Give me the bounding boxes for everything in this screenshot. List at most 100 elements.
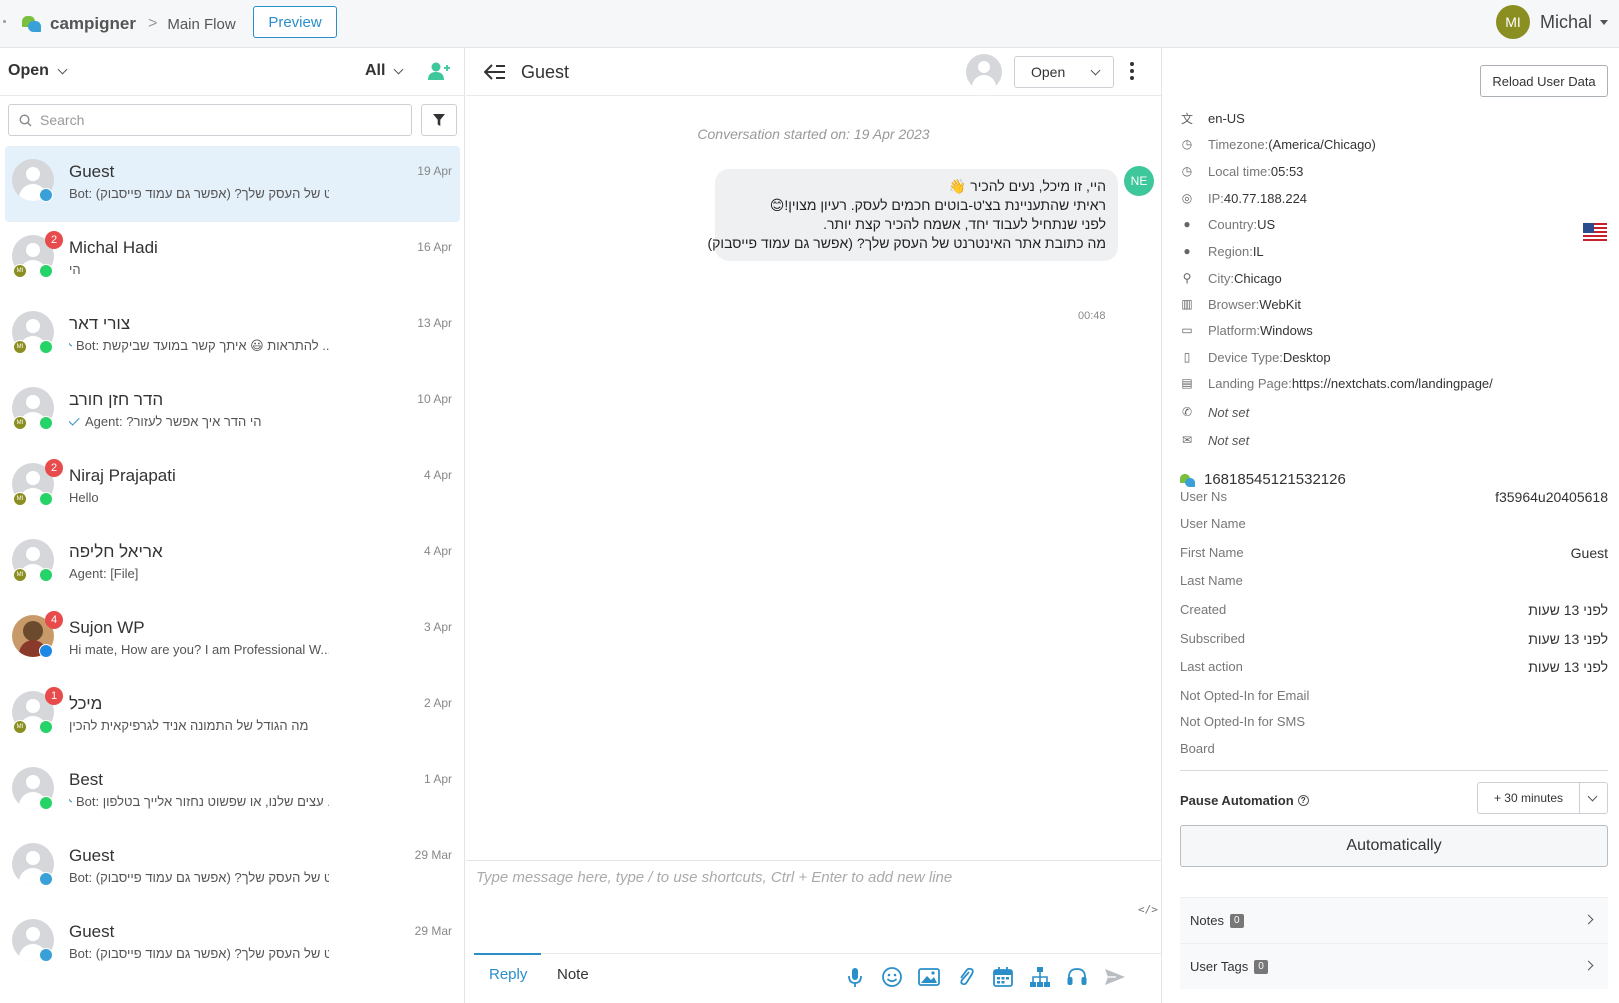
preview-button[interactable]: Preview	[253, 6, 337, 38]
conversation-item[interactable]: Guest 29 Mar Bot: (אפשר גם עמוד פייסבוק) ?…	[5, 906, 460, 982]
scope-filter-label: All	[365, 62, 386, 79]
whatsapp-icon	[39, 416, 53, 430]
us-flag-icon	[1583, 223, 1607, 241]
check-icon	[69, 414, 80, 426]
user-info-row: ✉ Not set	[1180, 430, 1249, 450]
headset-icon[interactable]	[1066, 966, 1088, 988]
brand-name[interactable]: campigner	[50, 14, 136, 34]
pause-duration-select[interactable]: + 30 minutes	[1477, 782, 1608, 814]
brand: campigner > Main Flow	[22, 12, 236, 36]
search-input[interactable]	[40, 112, 390, 128]
send-icon[interactable]	[1104, 966, 1126, 988]
conversation-item[interactable]: Best 1 Apr Bot: עצים שלנו, או שפשוט נחזור …	[5, 754, 460, 830]
calendar-icon[interactable]	[992, 966, 1014, 988]
reload-user-data-button[interactable]: Reload User Data	[1480, 65, 1608, 97]
user-tags-label: User Tags	[1190, 959, 1249, 974]
code-toggle-icon[interactable]: </>	[1138, 903, 1158, 916]
conversation-started-note: Conversation started on: 19 Apr 2023	[697, 126, 930, 142]
conversation-status-select[interactable]: Open	[1014, 56, 1114, 88]
emoji-icon[interactable]	[881, 966, 903, 988]
tab-reply[interactable]: Reply	[489, 966, 527, 983]
field-key: Created	[1180, 602, 1227, 617]
breadcrumb[interactable]: Main Flow	[167, 16, 235, 33]
phone-icon: ✆	[1181, 405, 1193, 419]
more-options-icon[interactable]	[1129, 62, 1135, 82]
assignee-avatar[interactable]	[966, 54, 1002, 90]
conversation-item[interactable]: MI 2 Michal Hadi 16 Apr הי	[5, 222, 460, 298]
add-user-icon[interactable]	[428, 61, 450, 81]
conversation-item[interactable]: MI 2 Niraj Prajapati 4 Apr Hello	[5, 450, 460, 526]
conversation-name: מיכל	[69, 694, 103, 713]
filter-button[interactable]	[421, 104, 457, 136]
user-menu[interactable]: MI Michal	[1496, 5, 1609, 39]
conversation-item[interactable]: MI הדר חזן חורב 10 Apr Agent: ?הי הדר איך א…	[5, 374, 460, 450]
field-value[interactable]: f35964u20405618	[1495, 489, 1608, 505]
automatically-button[interactable]: Automatically	[1180, 825, 1608, 867]
agent-avatar-icon: MI	[13, 264, 27, 278]
user-tags-section[interactable]: User Tags 0	[1180, 943, 1608, 989]
microphone-icon[interactable]	[844, 966, 866, 988]
status-filter-dropdown[interactable]: Open	[8, 62, 68, 80]
email-icon: ✉	[1181, 433, 1193, 447]
info-value[interactable]: https://nextchats.com/landingpage/	[1292, 376, 1493, 391]
field-key: Not Opted-In for SMS	[1180, 714, 1305, 729]
info-value: 05:53	[1270, 163, 1304, 179]
conversation-date: 29 Mar	[414, 848, 452, 862]
conversation-name: Best	[69, 770, 104, 789]
conversation-preview-text: Agent: [File]	[69, 566, 139, 581]
clock-icon: ◷	[1181, 137, 1193, 151]
avatar: MI	[1496, 5, 1530, 39]
conversation-preview-text: הי	[69, 262, 81, 277]
conversation-preview-text: Agent: ?הי הדר איך אפשר לעזור	[85, 414, 262, 429]
scope-filter-dropdown[interactable]: All	[365, 62, 404, 80]
info-value: Desktop	[1282, 349, 1331, 365]
message-input[interactable]	[476, 869, 1146, 939]
message-line: היי, זו מיכל, נעים להכיר 👋	[948, 178, 1106, 194]
active-tab-indicator	[474, 953, 541, 955]
conversation-item[interactable]: MI צורי דאר 13 Apr Bot: להתראות 😃 איתך קשר …	[5, 298, 460, 374]
field-key: Not Opted-In for Email	[1180, 688, 1310, 703]
collapse-arrow-icon[interactable]	[484, 63, 506, 81]
notes-section[interactable]: Notes 0	[1180, 897, 1608, 943]
conversation-item[interactable]: MI אריאל חליפה 4 Apr Agent: [File]	[5, 526, 460, 602]
field-key: User Name	[1180, 516, 1246, 531]
conversation-preview: הי	[69, 262, 329, 277]
monitor-icon: ▭	[1181, 323, 1193, 337]
info-value: IL	[1252, 243, 1264, 259]
conversation-date: 1 Apr	[423, 772, 452, 786]
conversation-name: Sujon WP	[69, 618, 145, 637]
unread-badge: 2	[45, 231, 63, 249]
image-icon[interactable]	[918, 966, 940, 988]
field-value[interactable]: לפני 13 שעות	[1528, 602, 1608, 618]
conversation-preview-text: מה הגודל של התמונה אניד לגרפיקאית להכין	[69, 718, 309, 733]
whatsapp-icon	[39, 796, 53, 810]
conversation-date: 2 Apr	[423, 696, 452, 710]
conversation-preview: Hi mate, How are you? I am Professional …	[69, 642, 329, 657]
conversation-item[interactable]: MI 1 מיכל 2 Apr מה הגודל של התמונה אניד לגרפ…	[5, 678, 460, 754]
chevron-down-icon	[1090, 65, 1101, 76]
field-key: Last action	[1180, 659, 1243, 674]
conversation-list-panel: Open All Guest19 AprBot: (אפשר גם	[0, 48, 465, 1003]
info-value: US	[1257, 216, 1276, 232]
conversation-item[interactable]: 4 Sujon WP 3 Apr Hi mate, How are you? I am…	[5, 602, 460, 678]
field-key: Subscribed	[1180, 631, 1246, 646]
field-value[interactable]: Guest	[1571, 545, 1608, 561]
messenger-icon	[39, 644, 53, 658]
info-value: Not set	[1208, 404, 1250, 420]
conversation-item[interactable]: Guest 19 Apr Bot: (אפשר גם עמוד פייסבוק) ?…	[5, 146, 460, 222]
conversation-date: 4 Apr	[423, 468, 452, 482]
conversation-date: 3 Apr	[423, 620, 452, 634]
conversation-preview-text: Bot: להתראות 😃 איתך קשר במועד שביקשת ...	[76, 338, 329, 353]
flow-icon[interactable]	[1029, 966, 1051, 988]
attachment-icon[interactable]	[955, 966, 977, 988]
conversation-item[interactable]: Guest 29 Mar Bot: (אפשר גם עמוד פייסבוק) ?…	[5, 830, 460, 906]
field-value[interactable]: לפני 13 שעות	[1528, 659, 1608, 675]
menu-handle[interactable]	[3, 20, 6, 23]
tab-note[interactable]: Note	[557, 966, 589, 983]
landing-icon: ▤	[1181, 376, 1193, 390]
help-icon[interactable]: ?	[1297, 795, 1309, 806]
agent-avatar-icon: MI	[13, 416, 27, 430]
field-value[interactable]: לפני 13 שעות	[1528, 631, 1608, 647]
info-value: Not set	[1208, 432, 1250, 448]
clock-icon: ◷	[1181, 164, 1193, 178]
